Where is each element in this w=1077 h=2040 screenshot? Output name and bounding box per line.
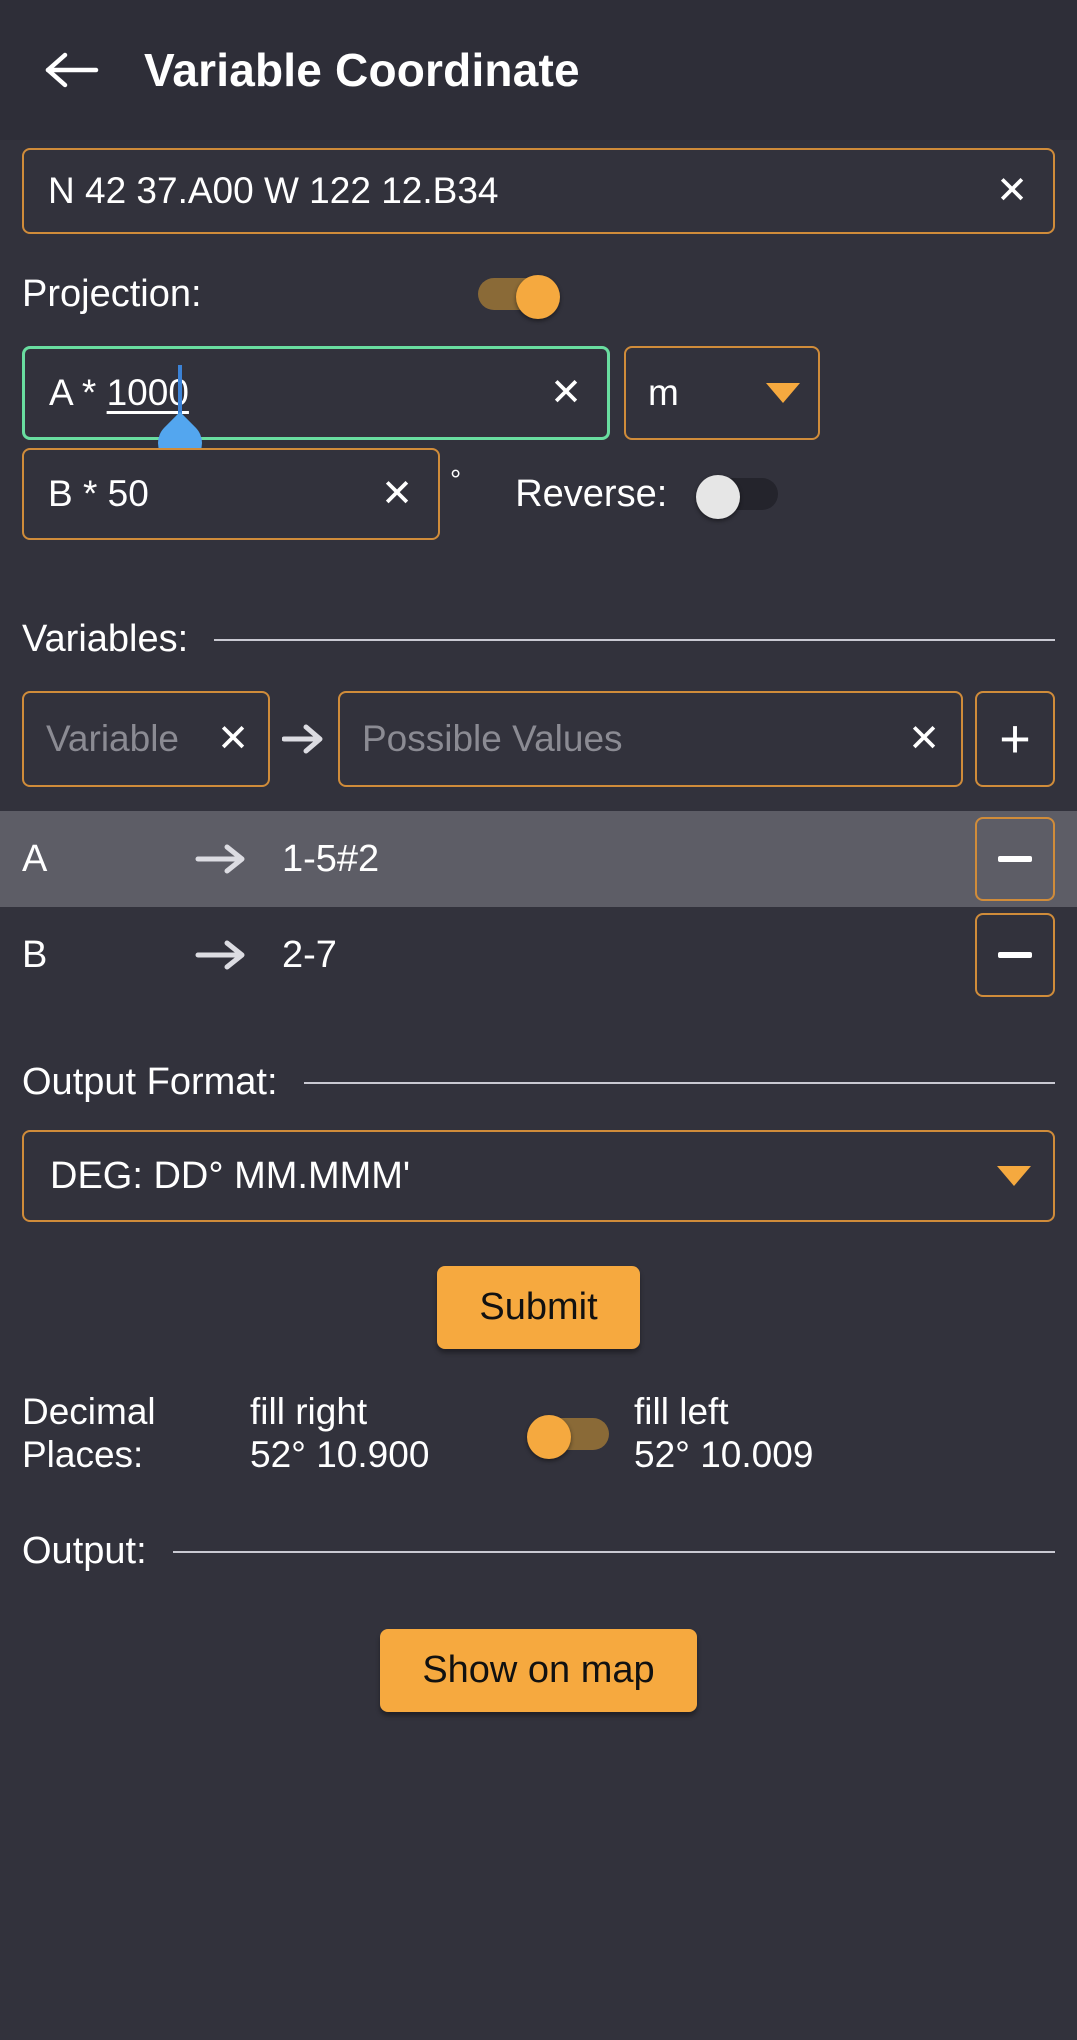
output-format-heading: Output Format:	[0, 1061, 1077, 1104]
chevron-down-icon	[997, 1166, 1031, 1186]
projection-toggle[interactable]	[478, 275, 560, 319]
variable-add-row: Variable ✕ Possible Values ✕ +	[0, 691, 1077, 787]
divider	[303, 1081, 1055, 1084]
output-heading-label: Output:	[22, 1530, 147, 1573]
output-heading: Output:	[0, 1530, 1077, 1573]
remove-variable-button[interactable]	[975, 913, 1055, 997]
reverse-toggle[interactable]	[696, 475, 778, 519]
arrow-right-icon	[282, 722, 326, 756]
coordinate-input[interactable]: N 42 37.A00 W 122 12.B34 ✕	[22, 148, 1055, 234]
fill-right-label: fill right	[250, 1391, 368, 1432]
toggle-knob	[527, 1414, 571, 1459]
divider	[214, 638, 1055, 641]
close-icon[interactable]: ✕	[991, 170, 1033, 212]
arrow-right-icon	[194, 842, 282, 876]
output-format-select[interactable]: DEG: DD° MM.MMM'	[22, 1130, 1055, 1222]
expression-a-input[interactable]: A * 1000 ✕	[22, 346, 610, 475]
decimal-places-label-line1: Decimal	[22, 1391, 156, 1432]
expression-b-input[interactable]: B * 50 ✕	[22, 448, 440, 540]
variable-name-input[interactable]: Variable ✕	[22, 691, 270, 787]
variables-heading: Variables:	[0, 618, 1077, 661]
unit-select[interactable]: m	[624, 346, 820, 440]
page-title: Variable Coordinate	[144, 44, 580, 96]
add-variable-button[interactable]: +	[975, 691, 1055, 787]
fill-left-example: 52° 10.009	[634, 1433, 814, 1475]
output-format-heading-label: Output Format:	[22, 1061, 278, 1103]
projection-toggle-wrap	[478, 275, 560, 319]
remove-variable-button[interactable]	[975, 817, 1055, 901]
decimal-places-toggle-wrap	[506, 1414, 634, 1459]
variable-key: B	[22, 933, 48, 976]
fill-right-option: fill right 52° 10.900	[250, 1391, 506, 1476]
variables-heading-label: Variables:	[22, 618, 189, 660]
variable-values: 1-5#2	[282, 837, 380, 880]
variable-name-placeholder: Variable	[46, 718, 180, 759]
projection-label: Projection:	[22, 272, 202, 315]
variable-row-b[interactable]: B 2-7	[0, 907, 1077, 1003]
arrow-left-icon[interactable]	[44, 42, 100, 98]
expression-b-value: B * 50	[48, 473, 149, 514]
expression-b-row: B * 50 ✕ ° Reverse:	[0, 448, 1077, 540]
close-icon[interactable]: ✕	[903, 718, 945, 760]
decimal-places-row: Decimal Places: fill right 52° 10.900 fi…	[0, 1391, 1077, 1476]
variable-key: A	[22, 837, 48, 880]
projection-row: Projection:	[0, 264, 1077, 324]
variable-values: 2-7	[282, 933, 337, 976]
variable-list: A 1-5#2 B 2-7	[0, 811, 1077, 1003]
fill-right-example: 52° 10.900	[250, 1433, 430, 1475]
coordinate-value: N 42 37.A00 W 122 12.B34	[48, 170, 499, 211]
expression-a-value: A * 1000	[49, 372, 545, 414]
decimal-places-label: Decimal Places:	[22, 1391, 250, 1476]
divider	[172, 1550, 1055, 1553]
reverse-label: Reverse:	[515, 472, 668, 515]
fill-left-option: fill left 52° 10.009	[634, 1391, 813, 1476]
expression-a-prefix: A *	[49, 372, 107, 413]
minus-icon	[998, 952, 1032, 958]
chevron-down-icon	[766, 383, 800, 403]
show-on-map-row: Show on map	[0, 1629, 1077, 1713]
decimal-places-toggle[interactable]	[527, 1414, 609, 1459]
close-icon[interactable]: ✕	[545, 372, 587, 414]
variable-values-input[interactable]: Possible Values ✕	[338, 691, 963, 787]
degree-symbol: °	[450, 464, 462, 495]
unit-value: m	[648, 372, 679, 413]
decimal-places-label-line2: Places:	[22, 1433, 144, 1475]
show-on-map-button[interactable]: Show on map	[380, 1629, 697, 1713]
expression-a-composing: 1000	[106, 372, 189, 413]
submit-button[interactable]: Submit	[437, 1266, 640, 1349]
arrow-right-icon	[194, 938, 282, 972]
variable-coordinate-screen: Variable Coordinate N 42 37.A00 W 122 12…	[0, 0, 1077, 2040]
minus-icon	[998, 856, 1032, 862]
toggle-knob	[516, 275, 560, 319]
toggle-knob	[696, 475, 740, 519]
output-format-value: DEG: DD° MM.MMM'	[50, 1154, 411, 1197]
close-icon[interactable]: ✕	[376, 473, 418, 515]
close-icon[interactable]: ✕	[212, 718, 254, 760]
reverse-toggle-wrap	[696, 475, 778, 519]
fill-left-label: fill left	[634, 1391, 729, 1432]
coordinate-row: N 42 37.A00 W 122 12.B34 ✕	[0, 148, 1077, 234]
variable-row-a[interactable]: A 1-5#2	[0, 811, 1077, 907]
app-bar: Variable Coordinate	[0, 0, 1077, 140]
expression-a-row: A * 1000 ✕ m	[0, 346, 1077, 475]
submit-row: Submit	[0, 1266, 1077, 1349]
variable-values-placeholder: Possible Values	[362, 718, 623, 759]
